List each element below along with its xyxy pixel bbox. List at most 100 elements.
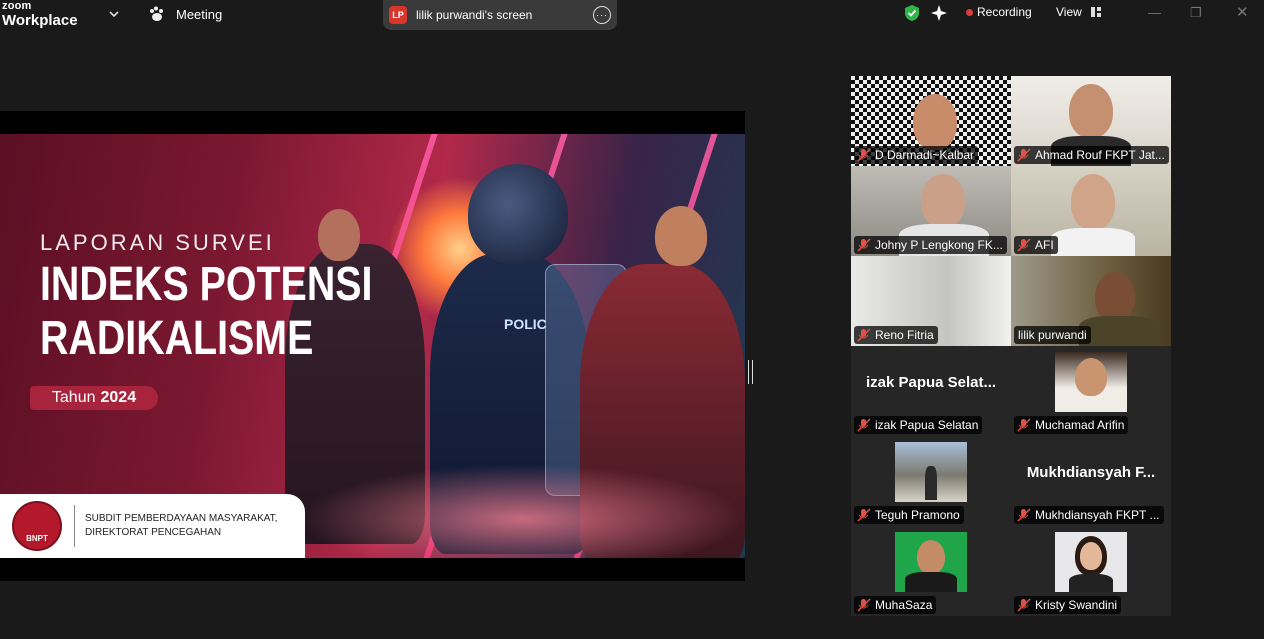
slide-title-line1: INDEKS POTENSI: [40, 258, 373, 311]
year-label: Tahun: [51, 389, 96, 406]
minimize-icon[interactable]: —: [1148, 5, 1161, 20]
participant-name-tag: Muchamad Arifin: [1014, 416, 1129, 434]
participant-tile[interactable]: Johny P Lengkong FK...: [851, 166, 1011, 256]
participant-face: [1095, 272, 1135, 322]
participant-name-tag: Reno Fitria: [854, 326, 938, 344]
participant-photo: [1055, 532, 1127, 592]
footer-text: SUBDIT PEMBERDAYAAN MASYARAKAT, DIREKTOR…: [85, 512, 277, 540]
participant-face: [1080, 542, 1102, 570]
participant-name: lilik purwandi: [1018, 328, 1087, 342]
close-icon[interactable]: ✕: [1236, 3, 1249, 21]
participant-body: [925, 466, 937, 500]
police-label: POLIC: [504, 316, 547, 332]
participant-gallery: D Darmadi~Kalbar Ahmad Rouf FKPT Jat... …: [851, 76, 1171, 616]
muted-mic-icon: [1017, 508, 1031, 522]
sharer-avatar: LP: [389, 6, 407, 24]
participant-name-tag: Mukhdiansyah FKPT ...: [1014, 506, 1164, 524]
muted-mic-icon: [857, 418, 871, 432]
meeting-button[interactable]: Meeting: [148, 6, 222, 22]
screen-share-indicator[interactable]: LP lilik purwandi's screen ···: [383, 0, 617, 30]
year-value: 2024: [100, 389, 137, 406]
participant-name: Kristy Swandini: [1035, 598, 1118, 612]
muted-mic-icon: [857, 148, 871, 162]
participant-tile[interactable]: Ahmad Rouf FKPT Jat...: [1011, 76, 1171, 166]
recording-indicator[interactable]: Recording: [966, 5, 1032, 19]
participant-tile[interactable]: MuhaSaza: [851, 526, 1011, 616]
participant-photo: [895, 532, 967, 592]
view-button[interactable]: View: [1056, 5, 1102, 19]
participant-tile-active-speaker[interactable]: lilik purwandi: [1011, 256, 1171, 346]
participant-tile[interactable]: D Darmadi~Kalbar: [851, 76, 1011, 166]
participant-name: Reno Fitria: [875, 328, 934, 342]
participant-display-name: izak Papua Selat...: [865, 374, 997, 391]
share-title: lilik purwandi's screen: [416, 8, 533, 22]
participant-body: [1051, 228, 1135, 256]
paw-icon: [150, 6, 163, 21]
participant-name: MuhaSaza: [875, 598, 933, 612]
split-resize-handle[interactable]: [748, 360, 753, 384]
police-helmet: [468, 164, 568, 264]
participant-tile[interactable]: Reno Fitria: [851, 256, 1011, 346]
participant-body: [1079, 316, 1159, 346]
participant-tile[interactable]: Mukhdiansyah F... Mukhdiansyah FKPT ...: [1011, 436, 1171, 526]
footer-line2: DIREKTORAT PENCEGAHAN: [85, 527, 222, 538]
bnpt-logo-text: BNPT: [26, 533, 48, 543]
participant-name: AFI: [1035, 238, 1054, 252]
slide-footer: BNPT SUBDIT PEMBERDAYAAN MASYARAKAT, DIR…: [0, 494, 305, 558]
participant-face: [913, 94, 957, 150]
participant-name-tag: izak Papua Selatan: [854, 416, 983, 434]
muted-mic-icon: [857, 508, 871, 522]
participant-name-tag: lilik purwandi: [1014, 326, 1091, 344]
ai-companion-icon[interactable]: [930, 4, 948, 22]
meeting-label: Meeting: [176, 6, 223, 22]
brand-line2: Workplace: [2, 12, 78, 29]
participant-name: Ahmad Rouf FKPT Jat...: [1035, 148, 1165, 162]
view-label: View: [1056, 5, 1082, 19]
muted-mic-icon: [1017, 598, 1031, 612]
participant-name: Johny P Lengkong FK...: [875, 238, 1003, 252]
participant-face: [921, 174, 965, 228]
participant-face: [1075, 358, 1107, 396]
muted-mic-icon: [857, 238, 871, 252]
participant-tile[interactable]: Teguh Pramono: [851, 436, 1011, 526]
participant-name: Muchamad Arifin: [1035, 418, 1125, 432]
participant-name-tag: Johny P Lengkong FK...: [854, 236, 1007, 254]
bnpt-logo: BNPT: [12, 501, 62, 551]
grid-view-icon: [1090, 7, 1101, 17]
participant-name-tag: D Darmadi~Kalbar: [854, 146, 979, 164]
slide-kicker: LAPORAN SURVEI: [40, 230, 275, 255]
muted-mic-icon: [1017, 148, 1031, 162]
restore-icon[interactable]: ❐: [1190, 5, 1202, 21]
participant-tile[interactable]: izak Papua Selat... izak Papua Selatan: [851, 346, 1011, 436]
top-bar: zoom Workplace Meeting LP lilik purwandi…: [0, 0, 1264, 34]
participant-face: [1069, 84, 1113, 138]
muted-mic-icon: [1017, 238, 1031, 252]
more-options-icon[interactable]: ···: [593, 6, 611, 24]
recording-label: Recording: [977, 5, 1032, 19]
zoom-workplace-logo[interactable]: zoom Workplace: [2, 0, 78, 29]
participant-name: Mukhdiansyah FKPT ...: [1035, 508, 1160, 522]
muted-mic-icon: [857, 598, 871, 612]
slide-title: INDEKS POTENSI RADIKALISME: [40, 258, 372, 366]
participant-tile[interactable]: AFI: [1011, 166, 1171, 256]
brand-line1: zoom: [2, 0, 32, 12]
smoke: [300, 464, 745, 558]
participant-name: D Darmadi~Kalbar: [875, 148, 975, 162]
security-shield-icon[interactable]: [904, 4, 920, 22]
participant-name-tag: MuhaSaza: [854, 596, 937, 614]
participant-face: [1071, 174, 1115, 230]
participant-body: [905, 572, 957, 592]
participant-name-tag: Ahmad Rouf FKPT Jat...: [1014, 146, 1169, 164]
participant-body: [1069, 574, 1113, 592]
participant-name-tag: AFI: [1014, 236, 1058, 254]
participant-tile[interactable]: Muchamad Arifin: [1011, 346, 1171, 436]
participant-name: Teguh Pramono: [875, 508, 960, 522]
participant-face: [917, 540, 945, 574]
footer-line1: SUBDIT PEMBERDAYAAN MASYARAKAT,: [85, 513, 278, 524]
participant-tile[interactable]: Kristy Swandini: [1011, 526, 1171, 616]
divider: [74, 505, 75, 547]
participant-display-name: Mukhdiansyah F...: [1026, 464, 1156, 481]
protester-head-left: [318, 209, 360, 261]
chevron-down-icon[interactable]: [108, 8, 120, 20]
participant-name-tag: Teguh Pramono: [854, 506, 964, 524]
